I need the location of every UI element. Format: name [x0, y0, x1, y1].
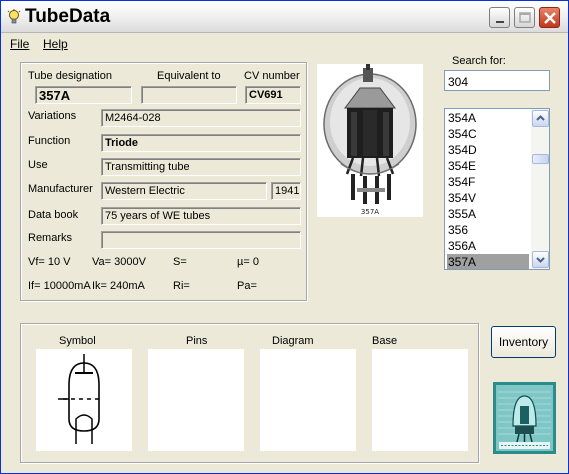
- variations-field[interactable]: M2464-028: [101, 109, 301, 127]
- variations-label: Variations: [28, 110, 77, 122]
- designation-label: Tube designation: [28, 70, 112, 82]
- base-label: Base: [372, 335, 398, 347]
- pins-panel: [148, 349, 244, 451]
- manufacturer-field[interactable]: Western Electric: [101, 182, 267, 200]
- symbol-label: Symbol: [59, 335, 96, 347]
- tube-list[interactable]: 354A 354C 354D 354E 354F 354V 355A 356 3…: [444, 108, 550, 270]
- title-bar[interactable]: TubeData: [1, 1, 568, 33]
- menu-help[interactable]: Help: [43, 37, 68, 51]
- symbol-panel: [36, 349, 132, 451]
- year-field[interactable]: 1941: [271, 182, 301, 200]
- designation-field[interactable]: 357A: [35, 86, 132, 104]
- cv-field[interactable]: CV691: [245, 86, 301, 104]
- mu-value: µ= 0: [237, 256, 259, 268]
- list-item[interactable]: 356: [447, 222, 529, 238]
- close-button[interactable]: [539, 7, 560, 28]
- databook-label: Data book: [28, 209, 79, 221]
- triode-symbol-icon: [58, 354, 100, 444]
- use-field[interactable]: Transmitting tube: [101, 158, 301, 176]
- cv-label: CV number: [244, 70, 300, 82]
- lightbulb-icon: [7, 9, 21, 24]
- tube-image: 357A: [323, 64, 417, 216]
- remarks-field[interactable]: [101, 231, 301, 249]
- menu-bar: File Help: [1, 34, 568, 53]
- tube-logo-icon: [493, 382, 556, 454]
- list-item[interactable]: 354C: [447, 126, 529, 142]
- scroll-down-button[interactable]: [532, 251, 549, 268]
- chevron-down-icon: [536, 257, 545, 263]
- list-item[interactable]: 354V: [447, 190, 529, 206]
- minimize-button[interactable]: [489, 7, 510, 28]
- diagram-panel: [260, 349, 356, 451]
- list-item-selected[interactable]: 357A: [447, 254, 529, 269]
- databook-field[interactable]: 75 years of WE tubes: [101, 207, 301, 225]
- list-item[interactable]: 354A: [447, 110, 529, 126]
- pa-value: Pa=: [237, 280, 257, 292]
- manufacturer-label: Manufacturer: [28, 183, 93, 195]
- list-item[interactable]: 355A: [447, 206, 529, 222]
- list-scrollbar[interactable]: [531, 109, 549, 269]
- scroll-up-button[interactable]: [532, 110, 549, 127]
- scroll-thumb[interactable]: [532, 154, 549, 164]
- remarks-label: Remarks: [28, 232, 73, 244]
- function-field[interactable]: Triode: [101, 134, 301, 152]
- base-panel: [372, 349, 468, 451]
- menu-file[interactable]: File: [10, 37, 29, 51]
- va-value: Va= 3000V: [92, 256, 146, 268]
- search-input[interactable]: [444, 70, 550, 91]
- app-logo: [493, 382, 556, 454]
- chevron-up-icon: [536, 115, 545, 121]
- photo-caption: 357A: [361, 208, 379, 216]
- diagram-label: Diagram: [272, 335, 314, 347]
- maximize-icon: [519, 12, 531, 23]
- ik-value: Ik= 240mA: [92, 280, 145, 292]
- pins-label: Pins: [186, 335, 208, 347]
- search-label: Search for:: [452, 55, 506, 67]
- tube-photo: 357A: [317, 64, 423, 217]
- vf-value: Vf= 10 V: [28, 256, 71, 268]
- equivalent-field[interactable]: [141, 86, 237, 104]
- list-item[interactable]: 356A: [447, 238, 529, 254]
- equivalent-label: Equivalent to: [157, 70, 221, 82]
- list-item[interactable]: 354F: [447, 174, 529, 190]
- if-value: If= 10000mA: [28, 280, 91, 292]
- inventory-button[interactable]: Inventory: [491, 326, 556, 358]
- function-label: Function: [28, 135, 71, 147]
- list-item[interactable]: 354E: [447, 158, 529, 174]
- app-window: TubeData File Help Tube designation Equi…: [0, 0, 569, 474]
- minimize-icon: [496, 21, 504, 23]
- use-label: Use: [28, 159, 48, 171]
- s-value: S=: [173, 256, 187, 268]
- window-title: TubeData: [25, 6, 111, 27]
- tube-info-group: Tube designation Equivalent to CV number…: [20, 62, 307, 301]
- maximize-button[interactable]: [514, 7, 535, 28]
- close-icon: [544, 12, 556, 24]
- list-item[interactable]: 354D: [447, 142, 529, 158]
- ri-value: Ri=: [173, 280, 190, 292]
